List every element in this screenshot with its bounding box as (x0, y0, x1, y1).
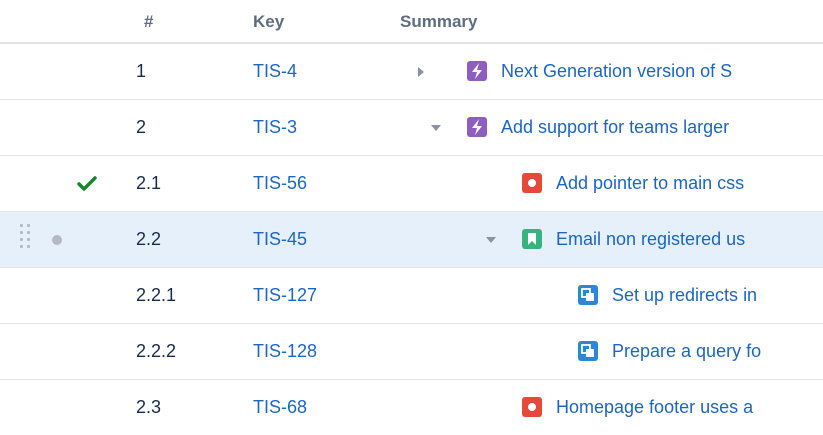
row-number: 1 (136, 61, 147, 81)
issue-summary-link[interactable]: Prepare a query fo (612, 324, 823, 379)
column-header-summary[interactable]: Summary (400, 12, 477, 32)
table-row[interactable]: 2 TIS-3 Add support for teams larger (0, 100, 823, 156)
row-number: 2 (136, 117, 147, 137)
row-number: 2.1 (136, 173, 162, 193)
issue-key-link[interactable]: TIS-4 (253, 44, 297, 99)
row-number: 2.3 (136, 397, 162, 417)
table-header: # Key Summary (0, 0, 823, 44)
table-row-selected[interactable]: 2.2 TIS-45 Email non registered us (0, 212, 823, 268)
row-number: 2.2.2 (136, 341, 177, 361)
row-number: 2.2 (136, 229, 162, 249)
row-number: 2.2.1 (136, 285, 177, 305)
table-row[interactable]: 2.2.2 TIS-128 Prepare a query fo (0, 324, 823, 380)
collapse-arrow-icon[interactable] (429, 100, 443, 155)
issue-summary-link[interactable]: Next Generation version of S (501, 44, 823, 99)
bug-icon (522, 397, 542, 417)
subtask-icon (578, 285, 598, 305)
epic-icon (467, 61, 487, 81)
issue-summary-link[interactable]: Email non registered us (556, 212, 823, 267)
issue-key-link[interactable]: TIS-68 (253, 380, 307, 435)
issue-key-link[interactable]: TIS-56 (253, 156, 307, 211)
story-icon (522, 229, 542, 249)
bug-icon (522, 173, 542, 193)
issue-summary-link[interactable]: Set up redirects in (612, 268, 823, 323)
issue-table: # Key Summary 1 TIS-4 Next Generation ve… (0, 0, 823, 435)
subtask-icon (578, 341, 598, 361)
column-header-key[interactable]: Key (253, 12, 284, 32)
in-progress-dot-icon (51, 212, 63, 267)
epic-icon (467, 117, 487, 137)
issue-key-link[interactable]: TIS-128 (253, 324, 317, 379)
table-row[interactable]: 1 TIS-4 Next Generation version of S (0, 44, 823, 100)
drag-handle-icon[interactable] (20, 224, 34, 254)
expand-arrow-icon[interactable] (414, 44, 428, 99)
collapse-arrow-icon[interactable] (484, 212, 498, 267)
issue-key-link[interactable]: TIS-3 (253, 100, 297, 155)
issue-key-link[interactable]: TIS-45 (253, 212, 307, 267)
issue-key-link[interactable]: TIS-127 (253, 268, 317, 323)
issue-summary-link[interactable]: Add support for teams larger (501, 100, 823, 155)
table-row[interactable]: 2.2.1 TIS-127 Set up redirects in (0, 268, 823, 324)
table-row[interactable]: 2.3 TIS-68 Homepage footer uses a (0, 380, 823, 435)
table-row[interactable]: 2.1 TIS-56 Add pointer to main css (0, 156, 823, 212)
issue-summary-link[interactable]: Add pointer to main css (556, 156, 823, 211)
issue-summary-link[interactable]: Homepage footer uses a (556, 380, 823, 435)
done-check-icon (77, 156, 97, 211)
column-header-number: # (144, 12, 154, 31)
